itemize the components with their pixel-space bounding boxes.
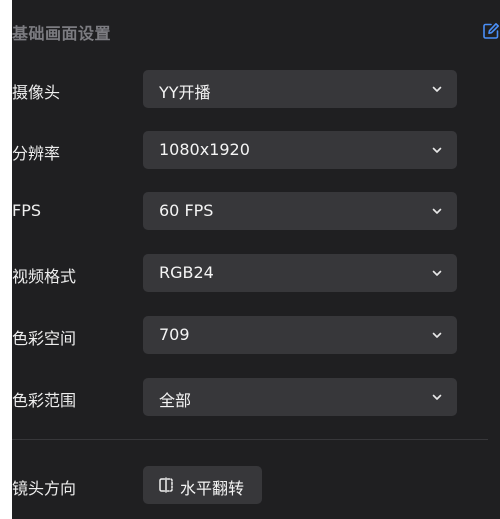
setting-row-lens-direction: 镜头方向 水平翻转 (12, 466, 500, 504)
camera-select[interactable]: YY开播 (143, 70, 457, 108)
section-title: 基础画面设置 (12, 24, 112, 43)
chevron-down-icon (432, 394, 442, 400)
setting-row-fps: FPS 60 FPS (12, 192, 500, 230)
fps-value: 60 FPS (159, 201, 214, 220)
section-divider (12, 439, 488, 440)
video-format-label: 视频格式 (12, 267, 77, 286)
horizontal-flip-label: 水平翻转 (180, 479, 245, 498)
color-space-value: 709 (159, 325, 190, 344)
setting-row-color-space: 色彩空间 709 (12, 316, 500, 354)
lens-direction-label: 镜头方向 (12, 479, 77, 498)
fps-select[interactable]: 60 FPS (143, 192, 457, 230)
panel-header: 基础画面设置 (12, 18, 500, 48)
color-space-select[interactable]: 709 (143, 316, 457, 354)
setting-row-camera: 摄像头 YY开播 (12, 70, 500, 108)
color-range-value: 全部 (159, 391, 192, 410)
edit-icon[interactable] (482, 22, 500, 40)
chevron-down-icon (432, 86, 442, 92)
setting-row-resolution: 分辨率 1080x1920 (12, 131, 500, 169)
flip-horizontal-icon (159, 477, 173, 493)
video-format-value: RGB24 (159, 263, 214, 282)
setting-row-color-range: 色彩范围 全部 (12, 378, 500, 416)
video-format-select[interactable]: RGB24 (143, 254, 457, 292)
fps-label: FPS (12, 201, 42, 220)
color-range-select[interactable]: 全部 (143, 378, 457, 416)
chevron-down-icon (432, 208, 442, 214)
video-settings-panel: 基础画面设置 摄像头 YY开播 分辨率 1080x1920 FPS 60 FPS (12, 0, 500, 519)
resolution-value: 1080x1920 (159, 140, 250, 159)
camera-label: 摄像头 (12, 83, 61, 102)
camera-value: YY开播 (159, 83, 211, 102)
horizontal-flip-button[interactable]: 水平翻转 (143, 466, 262, 504)
chevron-down-icon (432, 332, 442, 338)
resolution-select[interactable]: 1080x1920 (143, 131, 457, 169)
resolution-label: 分辨率 (12, 144, 61, 163)
chevron-down-icon (432, 270, 442, 276)
setting-row-video-format: 视频格式 RGB24 (12, 254, 500, 292)
color-range-label: 色彩范围 (12, 391, 77, 410)
color-space-label: 色彩空间 (12, 329, 77, 348)
chevron-down-icon (432, 147, 442, 153)
